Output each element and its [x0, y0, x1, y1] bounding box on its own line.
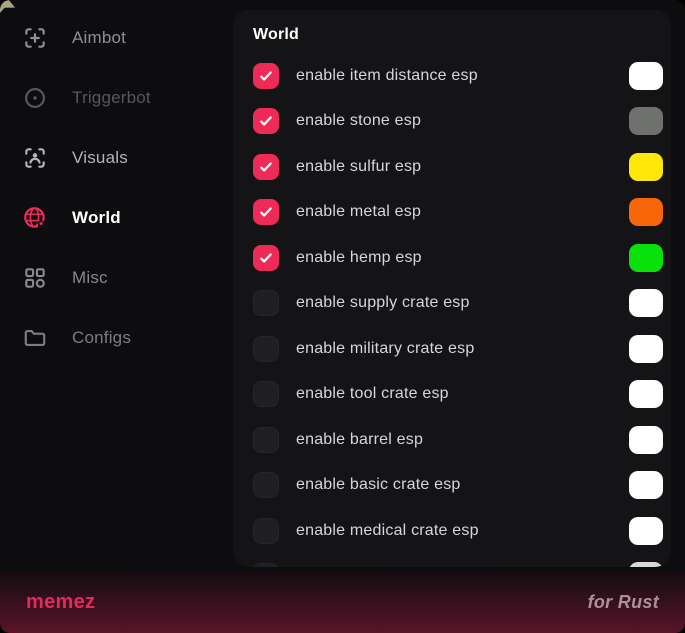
color-swatch[interactable]	[629, 562, 663, 567]
sidebar-item-label: Aimbot	[72, 28, 126, 48]
checkbox-enable-military-crate-esp[interactable]	[253, 336, 279, 362]
sidebar-item-configs[interactable]: Configs	[0, 308, 233, 368]
checkbox-enable-barrel-esp[interactable]	[253, 427, 279, 453]
esp-option-row-enable-basic-crate-esp: enable basic crate esp	[253, 463, 671, 509]
configs-icon	[22, 325, 48, 351]
sidebar-item-visuals[interactable]: Visuals	[0, 128, 233, 188]
esp-option-label: enable hemp esp	[296, 249, 422, 267]
esp-option-row-enable-medical-crate-esp: enable medical crate esp	[253, 508, 671, 554]
check-icon	[258, 113, 274, 129]
esp-option-label: enable medical crate esp	[296, 522, 479, 540]
esp-option-row-enable-barrel-esp: enable barrel esp	[253, 417, 671, 463]
checkbox-enable-supply-crate-esp[interactable]	[253, 290, 279, 316]
misc-icon	[22, 265, 48, 291]
checkbox-enable-metal-esp[interactable]	[253, 199, 279, 225]
checkbox-enable-tool-crate-esp[interactable]	[253, 381, 279, 407]
sidebar-item-misc[interactable]: Misc	[0, 248, 233, 308]
brand-tagline: for Rust	[588, 592, 659, 613]
esp-option-label: enable sulfur esp	[296, 158, 421, 176]
sidebar-item-triggerbot[interactable]: Triggerbot	[0, 68, 233, 128]
color-swatch[interactable]	[629, 244, 663, 272]
color-swatch[interactable]	[629, 62, 663, 90]
esp-option-row-enable-supply-crate-esp: enable supply crate esp	[253, 281, 671, 327]
esp-option-row-enable-military-crate-esp: enable military crate esp	[253, 326, 671, 372]
esp-option-row-enable-item-distance-esp: enable item distance esp	[253, 53, 671, 99]
checkbox-clipped-row[interactable]	[253, 563, 279, 567]
checkbox-enable-stone-esp[interactable]	[253, 108, 279, 134]
esp-option-row-enable-hemp-esp: enable hemp esp	[253, 235, 671, 281]
check-icon	[258, 204, 274, 220]
sidebar-item-aimbot[interactable]: Aimbot	[0, 8, 233, 68]
esp-option-label: enable supply crate esp	[296, 294, 470, 312]
cheat-menu-window: Aimbot Triggerbot Visuals World Misc Con…	[0, 0, 685, 633]
esp-option-label: enable stone esp	[296, 112, 421, 130]
color-swatch[interactable]	[629, 153, 663, 181]
aimbot-icon	[22, 25, 48, 51]
color-swatch[interactable]	[629, 289, 663, 317]
color-swatch[interactable]	[629, 198, 663, 226]
panel-title: World	[253, 23, 671, 47]
esp-option-row-enable-stone-esp: enable stone esp	[253, 99, 671, 145]
color-swatch[interactable]	[629, 335, 663, 363]
esp-option-label: enable basic crate esp	[296, 476, 461, 494]
esp-option-row-enable-tool-crate-esp: enable tool crate esp	[253, 372, 671, 418]
esp-option-label: enable barrel esp	[296, 431, 423, 449]
color-swatch[interactable]	[629, 426, 663, 454]
checkbox-enable-sulfur-esp[interactable]	[253, 154, 279, 180]
sidebar-item-label: Visuals	[72, 148, 128, 168]
color-swatch[interactable]	[629, 380, 663, 408]
visuals-icon	[22, 145, 48, 171]
check-icon	[258, 159, 274, 175]
color-swatch[interactable]	[629, 517, 663, 545]
esp-option-row-clipped-row	[253, 554, 671, 568]
checkbox-enable-hemp-esp[interactable]	[253, 245, 279, 271]
esp-option-row-enable-sulfur-esp: enable sulfur esp	[253, 144, 671, 190]
esp-option-label: enable tool crate esp	[296, 385, 449, 403]
sidebar-item-world[interactable]: World	[0, 188, 233, 248]
sidebar-item-label: Triggerbot	[72, 88, 151, 108]
checkbox-enable-item-distance-esp[interactable]	[253, 63, 279, 89]
footer: memez for Rust	[0, 572, 685, 633]
esp-option-label: enable metal esp	[296, 203, 421, 221]
checkbox-enable-basic-crate-esp[interactable]	[253, 472, 279, 498]
check-icon	[258, 250, 274, 266]
checkbox-enable-medical-crate-esp[interactable]	[253, 518, 279, 544]
check-icon	[258, 68, 274, 84]
color-swatch[interactable]	[629, 471, 663, 499]
world-panel: World enable item distance esp enable st…	[233, 10, 671, 567]
brand-name: memez	[26, 591, 95, 614]
esp-options-list: enable item distance esp enable stone es…	[253, 53, 671, 567]
sidebar-item-label: Configs	[72, 328, 131, 348]
esp-option-label: enable military crate esp	[296, 340, 474, 358]
sidebar-item-label: World	[72, 208, 121, 228]
esp-option-row-enable-metal-esp: enable metal esp	[253, 190, 671, 236]
sidebar-item-label: Misc	[72, 268, 108, 288]
color-swatch[interactable]	[629, 107, 663, 135]
triggerbot-icon	[22, 85, 48, 111]
sidebar: Aimbot Triggerbot Visuals World Misc Con…	[0, 0, 233, 570]
esp-option-label: enable item distance esp	[296, 67, 478, 85]
world-icon	[22, 205, 48, 231]
